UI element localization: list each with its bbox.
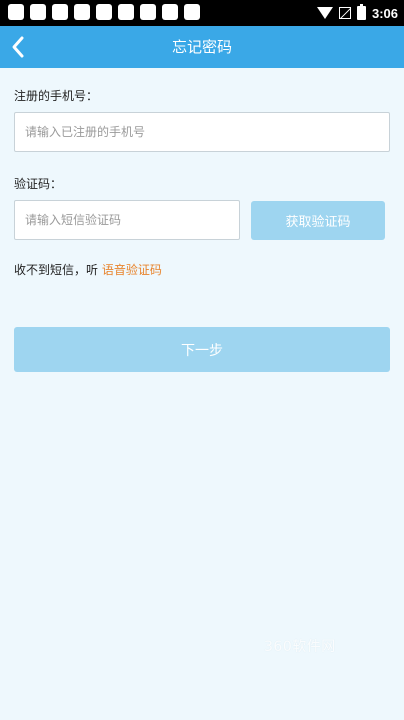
status-time: 3:06 xyxy=(371,5,398,21)
notification-icon xyxy=(8,4,24,20)
header-bar: 忘记密码 xyxy=(0,26,404,68)
hint-text: 收不到短信，听 xyxy=(14,263,102,277)
sms-code-input[interactable] xyxy=(14,200,240,240)
status-right: 3:06 xyxy=(316,3,398,23)
get-code-button[interactable]: 获取验证码 xyxy=(251,201,385,240)
notification-icon xyxy=(30,4,46,20)
code-label: 验证码： xyxy=(14,177,63,191)
notification-icon xyxy=(74,4,90,20)
notification-icon xyxy=(52,4,68,20)
page-title: 忘记密码 xyxy=(171,38,232,56)
status-bar: 3:06 xyxy=(0,0,404,26)
notification-icon xyxy=(184,4,200,20)
next-button[interactable]: 下一步 xyxy=(14,327,390,372)
notification-icon xyxy=(140,4,156,20)
notification-icon xyxy=(118,4,134,20)
phone-input[interactable] xyxy=(14,112,390,152)
no-signal-icon xyxy=(338,7,351,19)
voice-code-link[interactable]: 语音验证码 xyxy=(102,263,162,277)
notification-icon xyxy=(96,4,112,20)
sms-hint: 收不到短信，听 语音验证码 xyxy=(14,261,162,278)
battery-icon xyxy=(356,4,366,20)
wifi-icon xyxy=(316,7,333,19)
phone-label: 注册的手机号： xyxy=(14,89,99,103)
notification-icon xyxy=(162,4,178,20)
watermark: 360软件网 xyxy=(264,639,336,655)
